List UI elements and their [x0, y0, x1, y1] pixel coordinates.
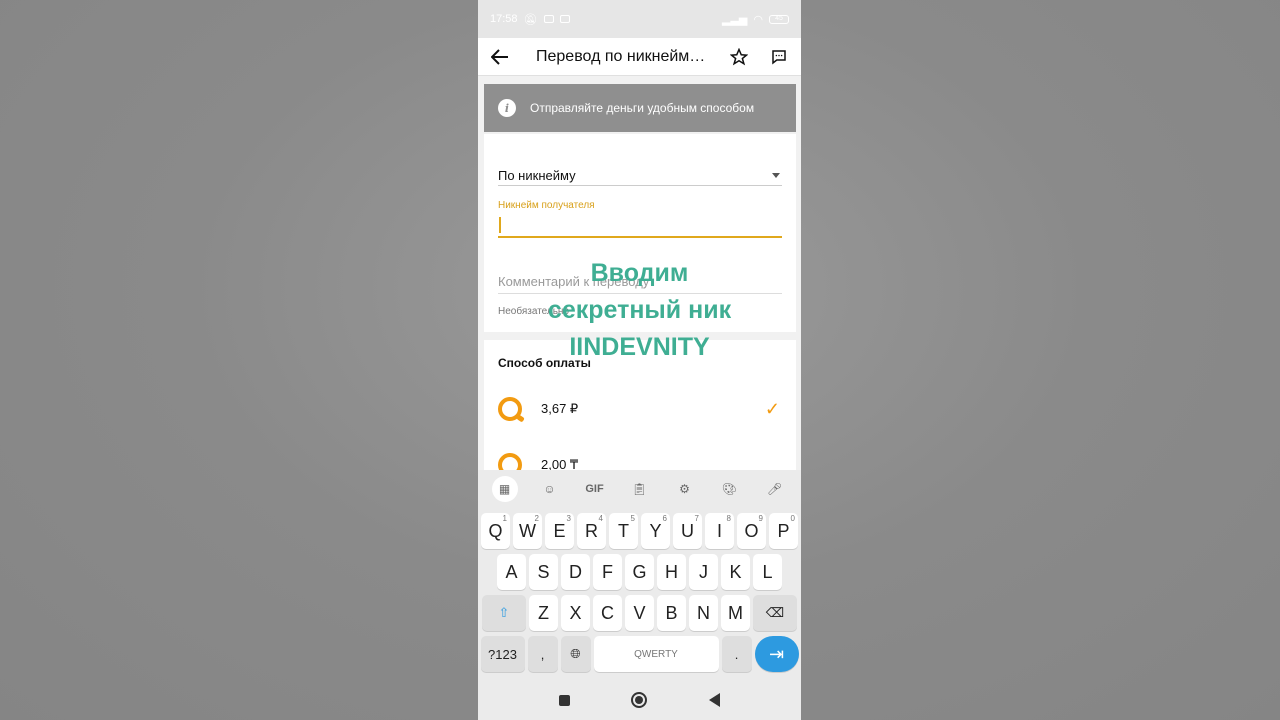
keyboard: ▦ ☺ GIF 📋︎ ⚙ 🎨︎ 🎤︎ Q1W2E3R4T5Y6U7I8O9P0 … — [478, 470, 801, 680]
key-u[interactable]: U7 — [673, 513, 702, 549]
key-c[interactable]: C — [593, 595, 622, 631]
transfer-type-select[interactable]: По никнейму — [498, 166, 782, 186]
recents-icon[interactable] — [558, 694, 570, 706]
wifi-icon: ◠ — [753, 13, 763, 26]
back-icon[interactable] — [709, 693, 721, 707]
transfer-form-card: По никнейму Никнейм получателя Комментар… — [484, 134, 796, 332]
key-d[interactable]: D — [561, 554, 590, 590]
key-hint: 5 — [630, 514, 635, 523]
key-l[interactable]: L — [753, 554, 782, 590]
key-row-3: ⇧ ZXCVBNM ⌫ — [478, 595, 801, 631]
key-o[interactable]: O9 — [737, 513, 766, 549]
key-hint: 9 — [758, 514, 763, 523]
key-y[interactable]: Y6 — [641, 513, 670, 549]
apps-grid-icon[interactable]: ▦ — [491, 476, 518, 502]
key-hint: 7 — [694, 514, 699, 523]
key-p[interactable]: P0 — [769, 513, 798, 549]
info-icon: i — [498, 99, 516, 117]
payment-amount: 2,00 ₸ — [541, 457, 579, 470]
notification-icon — [543, 15, 554, 23]
home-icon[interactable] — [631, 692, 648, 708]
key-x[interactable]: X — [561, 595, 590, 631]
main-content: i Отправляйте деньги удобным способом По… — [478, 76, 801, 470]
mute-icon: 🔕︎ — [523, 13, 538, 26]
key-e[interactable]: E3 — [545, 513, 574, 549]
star-icon[interactable] — [727, 45, 751, 69]
keyboard-toolbar: ▦ ☺ GIF 📋︎ ⚙ 🎨︎ 🎤︎ — [478, 470, 801, 508]
key-q[interactable]: Q1 — [481, 513, 510, 549]
status-time: 17:58 — [490, 13, 518, 25]
key-hint: 1 — [502, 514, 507, 523]
key-j[interactable]: J — [689, 554, 718, 590]
gif-button[interactable]: GIF — [582, 476, 608, 502]
key-n[interactable]: N — [689, 595, 718, 631]
key-row-4: ?123 , 🌐︎ QWERTY . ⇥ — [478, 636, 801, 672]
system-nav-bar — [478, 680, 801, 720]
key-row-1: Q1W2E3R4T5Y6U7I8O9P0 — [478, 513, 801, 549]
qiwi-logo-icon — [498, 453, 522, 470]
key-s[interactable]: S — [529, 554, 558, 590]
key-hint: 2 — [534, 514, 539, 523]
page-title: Перевод по никнейм… — [536, 47, 706, 65]
info-banner-text: Отправляйте деньги удобным способом — [530, 101, 755, 115]
period-key[interactable]: . — [721, 636, 752, 672]
key-f[interactable]: F — [593, 554, 622, 590]
key-z[interactable]: Z — [529, 595, 558, 631]
key-a[interactable]: A — [497, 554, 526, 590]
palette-icon[interactable]: 🎨︎ — [717, 476, 743, 502]
payment-method-card: Способ оплаты 3,67 ₽ ✓ 2,00 ₸ — [484, 340, 796, 470]
key-r[interactable]: R4 — [577, 513, 606, 549]
sticker-icon[interactable]: ☺ — [537, 476, 563, 502]
comment-input[interactable]: Комментарий к переводу — [498, 274, 782, 294]
payment-amount: 3,67 ₽ — [541, 401, 579, 416]
status-bar: 17:58 🔕︎ ▂▃▅ ◠ 45 — [478, 0, 801, 38]
key-row-2: ASDFGHJKL — [478, 554, 801, 590]
nickname-label: Никнейм получателя — [498, 200, 595, 211]
key-g[interactable]: G — [625, 554, 654, 590]
language-globe-icon[interactable]: 🌐︎ — [560, 636, 591, 672]
qiwi-logo-icon — [498, 397, 522, 421]
key-hint: 3 — [566, 514, 571, 523]
key-hint: 0 — [790, 514, 795, 523]
payment-method-title: Способ оплаты — [498, 356, 591, 370]
mic-icon[interactable]: 🎤︎ — [762, 476, 788, 502]
key-hint: 4 — [598, 514, 603, 523]
key-v[interactable]: V — [625, 595, 654, 631]
arrow-left-icon[interactable] — [488, 45, 512, 69]
battery-icon: 45 — [769, 14, 789, 24]
settings-icon[interactable]: ⚙ — [672, 476, 698, 502]
space-key[interactable]: QWERTY — [593, 636, 719, 672]
payment-option[interactable]: 3,67 ₽ ✓ — [498, 394, 788, 424]
shift-key[interactable]: ⇧ — [482, 595, 526, 631]
key-hint: 8 — [726, 514, 731, 523]
key-w[interactable]: W2 — [513, 513, 542, 549]
key-m[interactable]: M — [721, 595, 750, 631]
numbers-key[interactable]: ?123 — [480, 636, 525, 672]
text-cursor — [499, 217, 501, 233]
emoji-comma-key[interactable]: , — [527, 636, 558, 672]
phone-screen: 17:58 🔕︎ ▂▃▅ ◠ 45 Перевод по никнейм… i … — [478, 0, 801, 720]
comment-hint: Необязательно — [498, 306, 570, 317]
checkmark-icon: ✓ — [764, 398, 780, 419]
enter-next-key[interactable]: ⇥ — [754, 636, 799, 672]
comma-label: , — [540, 646, 545, 662]
app-bar: Перевод по никнейм… — [478, 38, 801, 76]
key-i[interactable]: I8 — [705, 513, 734, 549]
transfer-type-value: По никнейму — [498, 168, 576, 183]
camera-icon — [559, 15, 570, 23]
chevron-down-icon — [772, 173, 780, 178]
clipboard-icon[interactable]: 📋︎ — [627, 476, 653, 502]
key-t[interactable]: T5 — [609, 513, 638, 549]
payment-option[interactable]: 2,00 ₸ — [498, 450, 788, 470]
info-banner: i Отправляйте деньги удобным способом — [484, 84, 796, 132]
backspace-key[interactable]: ⌫ — [753, 595, 797, 631]
chat-bubble-icon[interactable] — [767, 45, 791, 69]
key-h[interactable]: H — [657, 554, 686, 590]
key-k[interactable]: K — [721, 554, 750, 590]
signal-icon: ▂▃▅ — [722, 13, 748, 26]
key-b[interactable]: B — [657, 595, 686, 631]
nickname-input[interactable] — [498, 214, 782, 238]
key-hint: 6 — [662, 514, 667, 523]
